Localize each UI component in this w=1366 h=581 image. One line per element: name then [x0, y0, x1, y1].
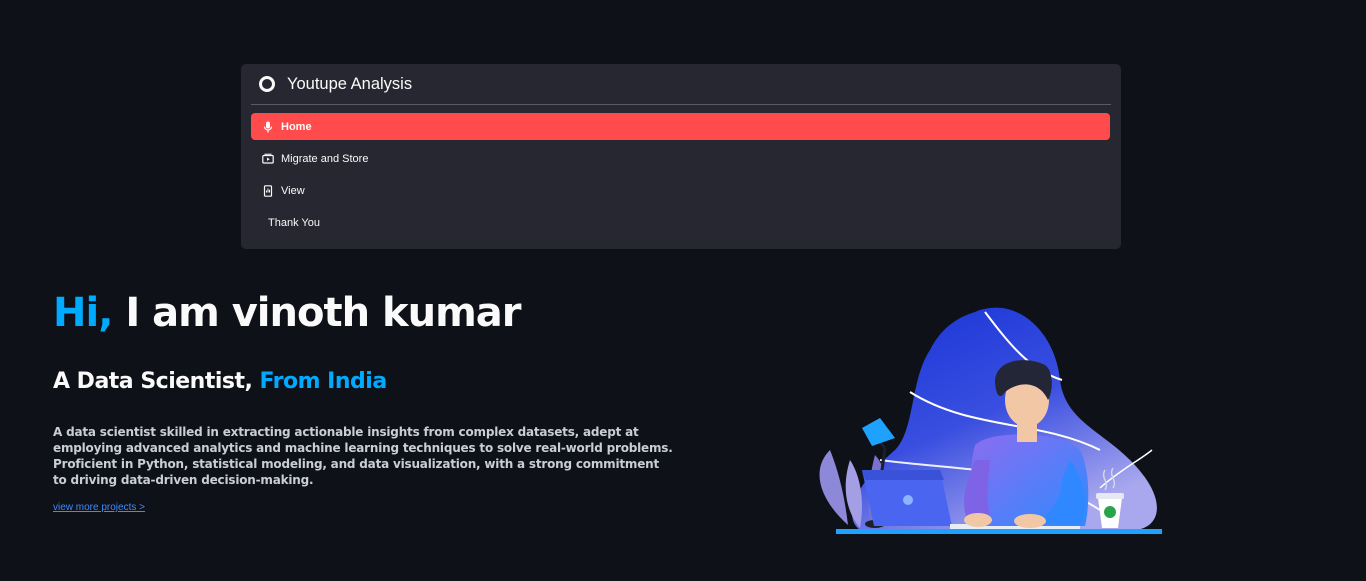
menu-item-label: View [281, 184, 305, 197]
data-scientist-illustration [819, 307, 1162, 534]
view-more-projects-link[interactable]: view more projects > [53, 502, 145, 513]
hero-description: A data scientist skilled in extracting a… [53, 425, 673, 487]
menu-header: Youtupe Analysis [251, 64, 1111, 105]
menu-item-label: Thank You [268, 216, 320, 229]
menu-item-home[interactable]: Home [251, 113, 1110, 140]
hero-title: Hi, I am vinoth kumar [53, 290, 521, 336]
phone-chart-icon [261, 184, 275, 198]
mic-icon [261, 120, 275, 134]
menu-item-label: Home [281, 120, 312, 133]
menu-title: Youtupe Analysis [287, 74, 413, 93]
hero-name: I am vinoth kumar [112, 290, 521, 336]
hero-role: A Data Scientist, [53, 369, 260, 394]
video-card-icon [261, 152, 275, 166]
circle-icon [259, 76, 275, 92]
menu-item-migrate-and-store[interactable]: Migrate and Store [251, 145, 1110, 172]
menu-item-label: Migrate and Store [281, 152, 369, 165]
hero-subtitle: A Data Scientist, From India [53, 369, 387, 394]
menu-item-thank-you[interactable]: Thank You [251, 209, 1110, 236]
hero-greeting: Hi, [53, 290, 113, 336]
navigation-menu: Youtupe Analysis Home Migrate and Store … [241, 64, 1121, 249]
menu-item-view[interactable]: View [251, 177, 1110, 204]
hero-origin: From India [259, 369, 388, 394]
